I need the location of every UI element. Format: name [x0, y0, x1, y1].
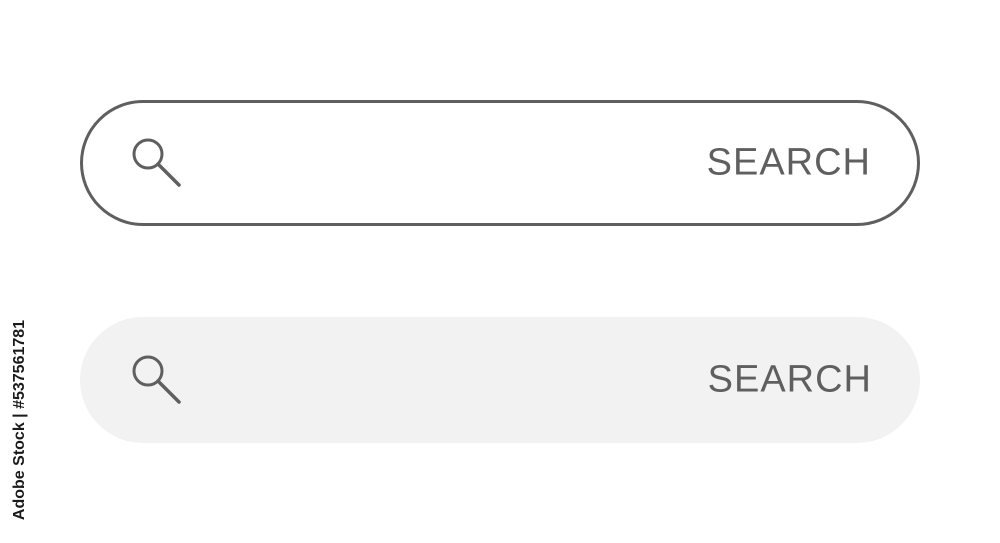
search-label: SEARCH — [706, 141, 871, 184]
search-bar-filled[interactable]: SEARCH — [80, 317, 920, 443]
watermark-text: Adobe Stock | #537561781 — [11, 319, 29, 521]
search-bar-outlined[interactable]: SEARCH — [80, 100, 920, 226]
search-icon[interactable] — [129, 352, 185, 408]
stock-watermark: Adobe Stock | #537561781 — [6, 310, 34, 530]
search-icon[interactable] — [129, 135, 185, 191]
search-label: SEARCH — [707, 358, 872, 401]
